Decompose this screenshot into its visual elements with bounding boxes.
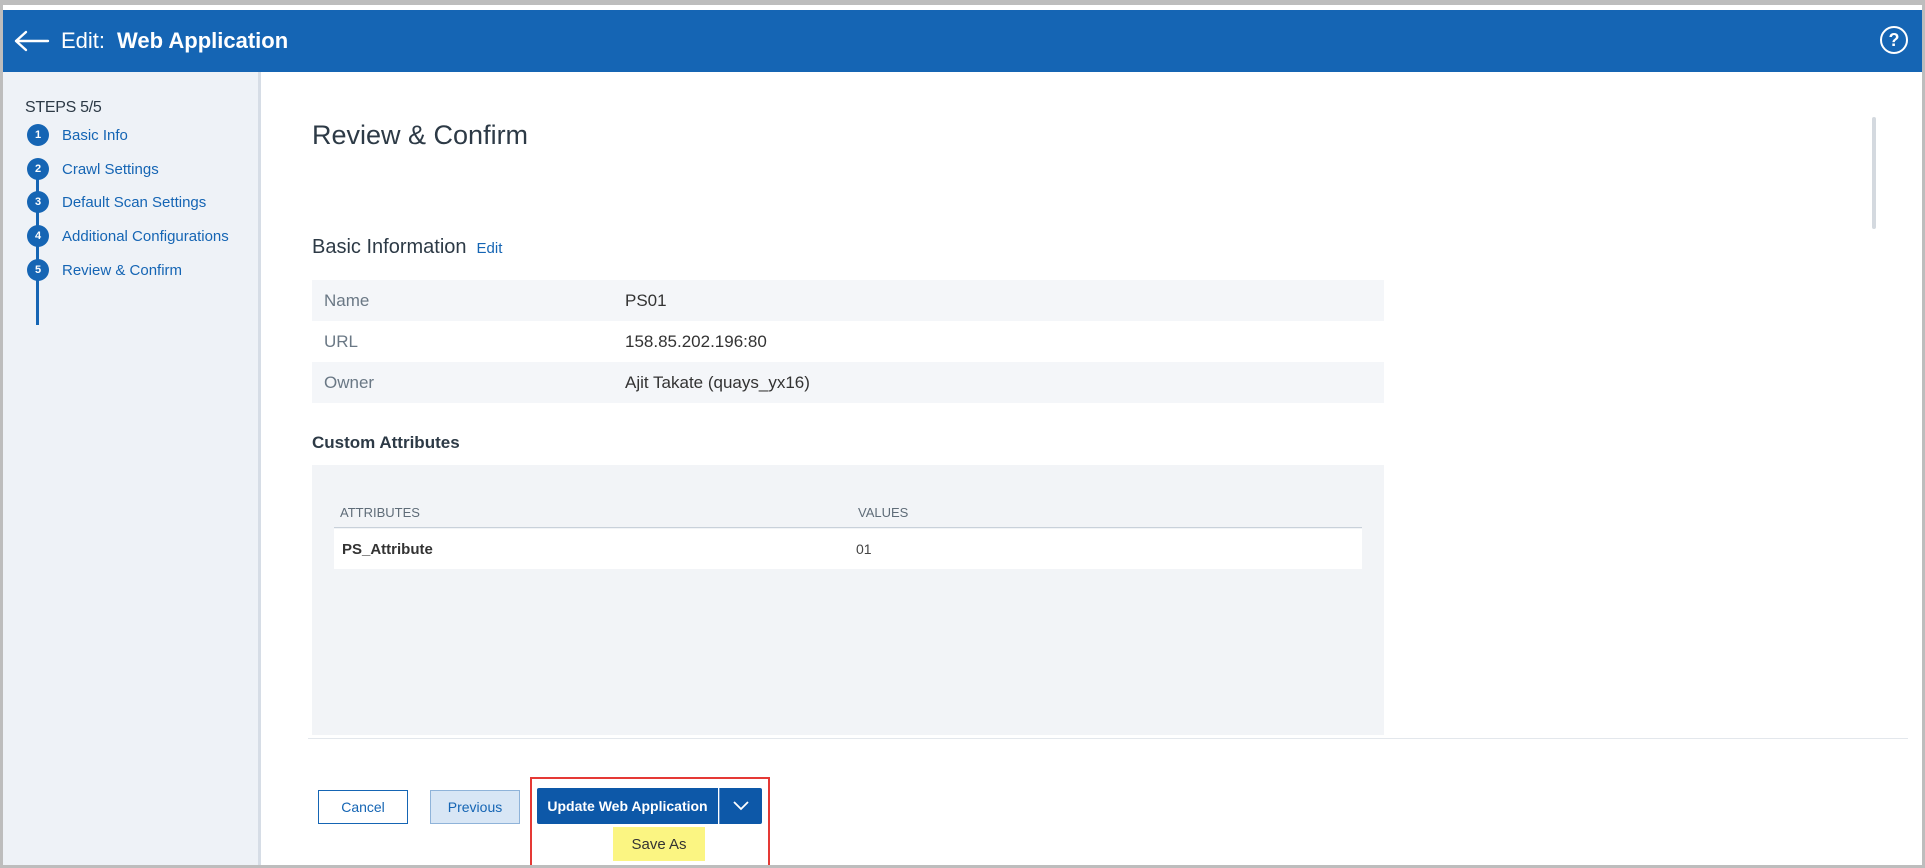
more-actions-dropdown[interactable] — [719, 788, 762, 824]
top-header: Edit: Web Application ? — [3, 10, 1922, 72]
info-key: Owner — [324, 372, 375, 392]
footer-divider — [308, 738, 1908, 739]
page-title: Review & Confirm — [312, 120, 529, 150]
edit-basic-info-link[interactable]: Edit — [477, 240, 503, 257]
custom-attributes-panel: ATTRIBUTES VALUES PS_Attribute 01 — [312, 465, 1384, 735]
step-label: Crawl Settings — [62, 160, 159, 178]
save-as-menu-item[interactable]: Save As — [613, 827, 705, 861]
step-review-confirm[interactable]: 5 Review & Confirm — [27, 259, 182, 281]
back-arrow-icon[interactable] — [3, 10, 61, 72]
step-label: Review & Confirm — [62, 261, 183, 279]
basic-information-title: Basic Information — [312, 236, 467, 258]
info-value: PS01 — [625, 290, 667, 310]
attribute-name: PS_Attribute — [342, 541, 433, 558]
step-number: 5 — [27, 259, 49, 281]
info-row-name: Name PS01 — [312, 280, 1384, 321]
main-content: Review & Confirm Basic Information Edit … — [264, 72, 1922, 865]
step-label: Default Scan Settings — [62, 193, 207, 211]
attributes-table-header: ATTRIBUTES VALUES — [334, 495, 1362, 528]
help-icon[interactable]: ? — [1880, 26, 1908, 54]
chevron-down-icon — [733, 801, 749, 811]
previous-button[interactable]: Previous — [430, 790, 520, 824]
col-attributes: ATTRIBUTES — [340, 505, 420, 520]
steps-counter: STEPS 5/5 — [25, 99, 102, 116]
basic-info-table: Name PS01 URL 158.85.202.196:80 Owner Aj… — [312, 280, 1384, 403]
cancel-button[interactable]: Cancel — [318, 790, 408, 824]
step-number: 4 — [27, 225, 49, 247]
info-value: 158.85.202.196:80 — [625, 331, 767, 351]
custom-attributes-title: Custom Attributes — [312, 433, 460, 452]
update-web-application-button[interactable]: Update Web Application — [537, 788, 718, 824]
step-number: 1 — [27, 124, 49, 146]
steps-sidebar: STEPS 5/5 1 Basic Info 2 Crawl Settings … — [3, 72, 261, 865]
title-prefix: Edit: — [61, 28, 106, 53]
basic-information-header: Basic Information Edit — [312, 236, 502, 259]
step-additional-configurations[interactable]: 4 Additional Configurations — [27, 225, 229, 247]
info-key: Name — [324, 290, 370, 310]
page-heading: Edit: Web Application — [61, 28, 288, 54]
info-row-owner: Owner Ajit Takate (quays_yx16) — [312, 362, 1384, 403]
info-key: URL — [324, 331, 359, 351]
step-label: Basic Info — [62, 126, 128, 144]
app-window: Edit: Web Application ? STEPS 5/5 1 Basi… — [0, 0, 1925, 868]
info-row-url: URL 158.85.202.196:80 — [312, 321, 1384, 362]
vertical-scrollbar[interactable] — [1872, 117, 1876, 229]
step-number: 3 — [27, 191, 49, 213]
step-crawl-settings[interactable]: 2 Crawl Settings — [27, 158, 159, 180]
step-basic-info[interactable]: 1 Basic Info — [27, 124, 128, 146]
info-value: Ajit Takate (quays_yx16) — [625, 372, 810, 392]
col-values: VALUES — [858, 505, 909, 520]
attribute-value: 01 — [856, 541, 872, 557]
step-label: Additional Configurations — [62, 227, 229, 245]
table-row: PS_Attribute 01 — [334, 529, 1362, 569]
step-default-scan-settings[interactable]: 3 Default Scan Settings — [27, 191, 206, 213]
back-arrow-svg — [14, 30, 50, 52]
title-name: Web Application — [117, 28, 289, 53]
step-number: 2 — [27, 158, 49, 180]
